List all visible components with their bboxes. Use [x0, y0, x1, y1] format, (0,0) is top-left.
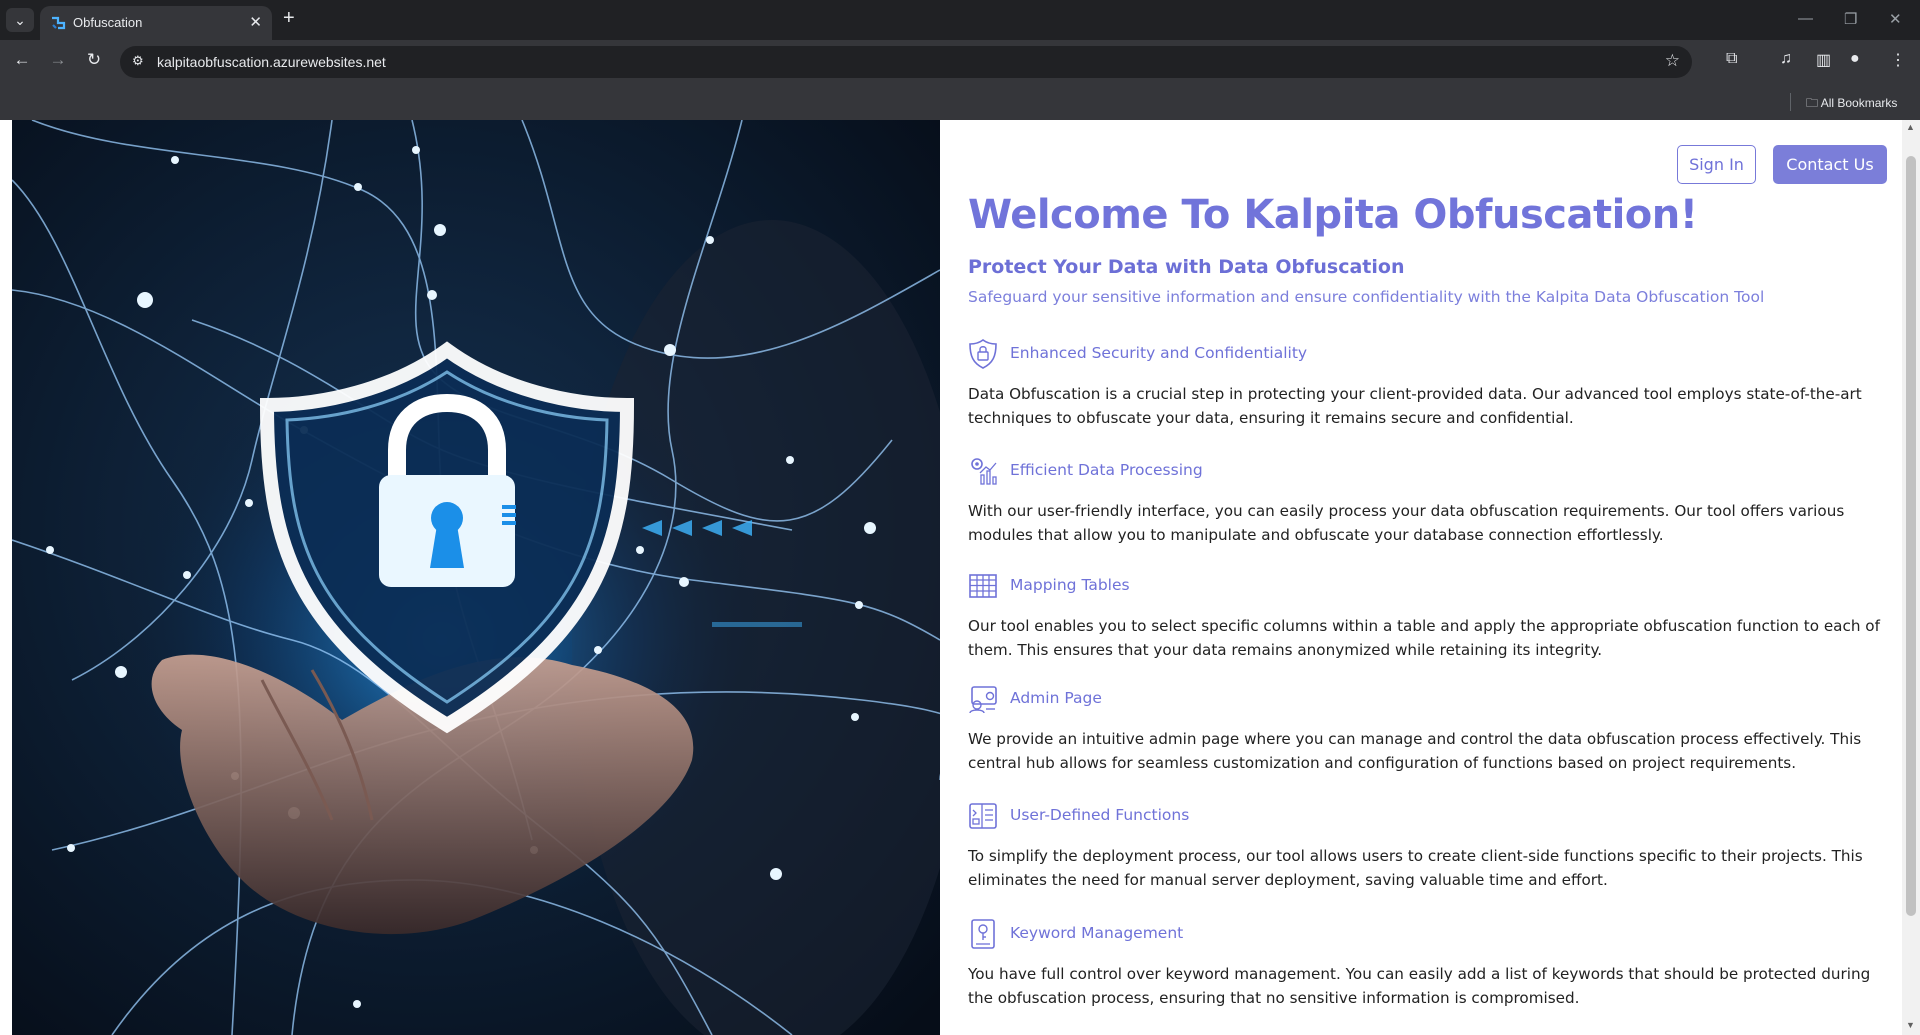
- bookmarks-divider: [1790, 93, 1791, 111]
- bookmark-star-icon[interactable]: ☆: [1665, 51, 1680, 71]
- feature-title: Keyword Management: [1010, 924, 1184, 942]
- window-close-icon[interactable]: ✕: [1889, 10, 1902, 28]
- folder-icon: 🗀: [1806, 96, 1819, 110]
- data-processing-icon: [971, 458, 997, 485]
- all-bookmarks-button[interactable]: 🗀 All Bookmarks: [1806, 94, 1897, 115]
- side-panel-icon[interactable]: ▥: [1816, 50, 1831, 70]
- feature-description: Our tool enables you to select specific …: [968, 617, 1880, 659]
- site-info-icon[interactable]: ⚙: [132, 53, 144, 69]
- security-hero-image: [12, 120, 940, 1035]
- feature-mapping: Mapping Tables Our tool enables you to s…: [968, 570, 1888, 662]
- page-tagline: Safeguard your sensitive information and…: [968, 288, 1765, 306]
- extensions-icon[interactable]: ⧉: [1726, 50, 1737, 68]
- table-icon: [969, 574, 997, 598]
- sign-in-button[interactable]: Sign In: [1677, 145, 1756, 184]
- media-control-icon[interactable]: ♫: [1780, 50, 1792, 68]
- feature-description: Data Obfuscation is a crucial step in pr…: [968, 385, 1862, 427]
- tab-strip: ⌄ Obfuscation ✕ + — ❐ ✕: [0, 0, 1920, 40]
- feature-description: To simplify the deployment process, our …: [968, 847, 1863, 889]
- page-viewport: Sign In Contact Us Welcome To Kalpita Ob…: [0, 120, 1920, 1035]
- feature-functions: User-Defined Functions To simplify the d…: [968, 800, 1888, 892]
- back-icon[interactable]: ←: [10, 50, 34, 70]
- feature-description: We provide an intuitive admin page where…: [968, 730, 1862, 772]
- minimize-icon[interactable]: —: [1798, 10, 1813, 27]
- bookmarks-bar: 🗀 All Bookmarks: [0, 84, 1920, 120]
- shield-lock-illustration: [12, 120, 940, 1035]
- feature-admin: Admin Page We provide an intuitive admin…: [968, 683, 1888, 775]
- site-favicon-icon: [52, 16, 66, 30]
- profile-icon[interactable]: ●: [1850, 50, 1860, 68]
- scroll-thumb[interactable]: [1906, 156, 1916, 916]
- menu-icon[interactable]: ⋮: [1890, 50, 1906, 70]
- new-tab-icon[interactable]: +: [283, 7, 295, 30]
- feature-title: Mapping Tables: [1010, 576, 1130, 594]
- feature-processing: Efficient Data Processing With our user-…: [968, 455, 1888, 547]
- keyword-icon: [971, 919, 995, 949]
- feature-title: Efficient Data Processing: [1010, 461, 1203, 479]
- main-content: Sign In Contact Us Welcome To Kalpita Ob…: [940, 120, 1902, 1035]
- feature-description: With our user-friendly interface, you ca…: [968, 502, 1845, 544]
- browser-toolbar: ← → ↻ ⚙ kalpitaobfuscation.azurewebsites…: [0, 40, 1920, 84]
- feature-security: Enhanced Security and Confidentiality Da…: [968, 338, 1888, 430]
- address-bar[interactable]: ⚙ kalpitaobfuscation.azurewebsites.net ☆: [120, 46, 1692, 78]
- browser-tab[interactable]: Obfuscation ✕: [40, 6, 272, 40]
- feature-keywords: Keyword Management You have full control…: [968, 918, 1888, 1010]
- admin-icon: [969, 686, 997, 714]
- page-subtitle: Protect Your Data with Data Obfuscation: [968, 256, 1405, 278]
- close-icon[interactable]: ✕: [249, 13, 262, 31]
- scroll-down-icon[interactable]: ▼: [1906, 1020, 1915, 1030]
- page-title: Welcome To Kalpita Obfuscation!: [968, 192, 1698, 238]
- chevron-down-icon: ⌄: [14, 12, 26, 28]
- reload-icon[interactable]: ↻: [82, 50, 106, 70]
- feature-description: You have full control over keyword manag…: [968, 965, 1871, 1007]
- contact-us-button[interactable]: Contact Us: [1773, 145, 1887, 184]
- feature-title: Enhanced Security and Confidentiality: [1010, 344, 1308, 362]
- page-scrollbar[interactable]: ▲ ▼: [1902, 120, 1920, 1035]
- forward-icon[interactable]: →: [46, 50, 70, 70]
- tab-title: Obfuscation: [73, 15, 143, 30]
- scroll-up-icon[interactable]: ▲: [1906, 122, 1915, 132]
- tab-search-button[interactable]: ⌄: [6, 8, 34, 32]
- shield-lock-icon: [969, 339, 997, 369]
- feature-title: User-Defined Functions: [1010, 806, 1190, 824]
- feature-title: Admin Page: [1010, 689, 1102, 707]
- url-text[interactable]: kalpitaobfuscation.azurewebsites.net: [157, 54, 386, 70]
- functions-icon: [969, 803, 997, 829]
- all-bookmarks-label: All Bookmarks: [1820, 96, 1898, 110]
- restore-icon[interactable]: ❐: [1844, 10, 1857, 28]
